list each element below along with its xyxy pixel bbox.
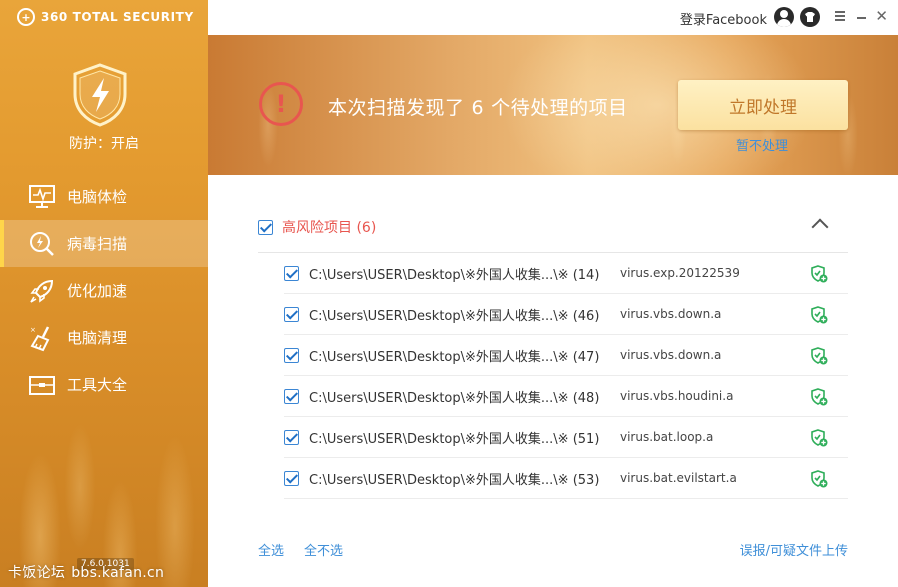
table-row: C:\Users\USER\Desktop\※外国人收集...\※ (51) v… (284, 417, 848, 458)
protection-shield-icon[interactable] (70, 62, 130, 128)
chevron-up-icon[interactable] (811, 218, 829, 236)
virus-name: virus.bat.evilstart.a (620, 471, 737, 485)
table-row: C:\Users\USER\Desktop\※外国人收集...\※ (53) v… (284, 458, 848, 499)
watermark-text: 卡饭论坛 (8, 565, 66, 581)
file-path: C:\Users\USER\Desktop\※外国人收集...\※ (46) (309, 308, 600, 324)
trust-shield-add-icon[interactable] (810, 347, 828, 365)
sidebar-item-label: 优化加速 (67, 282, 128, 300)
rocket-icon (27, 276, 57, 306)
report-false-positive-link[interactable]: 误报/可疑文件上传 (740, 540, 848, 559)
row-checkbox[interactable] (284, 306, 299, 322)
login-facebook-link[interactable]: 登录Facebook (680, 9, 767, 28)
sidebar-item-speedup[interactable]: 优化加速 (0, 267, 208, 314)
broom-icon: × (27, 323, 57, 353)
file-path: C:\Users\USER\Desktop\※外国人收集...\※ (47) (309, 349, 600, 365)
scan-magnifier-icon (27, 229, 57, 259)
virus-name: virus.exp.20122539 (620, 266, 740, 280)
watermark: 卡饭论坛 bbs.kafan.cn (8, 562, 164, 582)
file-path: C:\Users\USER\Desktop\※外国人收集...\※ (53) (309, 472, 600, 488)
results-panel: 高风险项目 (6) C:\Users\USER\Desktop\※外国人收集..… (208, 175, 898, 587)
watermark-url: bbs.kafan.cn (71, 565, 165, 581)
svg-text:×: × (30, 326, 36, 334)
table-row: C:\Users\USER\Desktop\※外国人收集...\※ (46) v… (284, 294, 848, 335)
virus-name: virus.vbs.down.a (620, 307, 722, 321)
row-checkbox[interactable] (284, 470, 299, 486)
menu-icon[interactable] (835, 11, 845, 21)
sidebar: + 360 TOTAL SECURITY 防护：开启 电脑体检 病毒扫描 优化加… (0, 0, 208, 587)
logo-text: 360 TOTAL SECURITY (41, 10, 194, 24)
trust-shield-add-icon[interactable] (810, 388, 828, 406)
table-row: C:\Users\USER\Desktop\※外国人收集...\※ (14) v… (284, 253, 848, 294)
select-none-link[interactable]: 全不选 (304, 540, 343, 559)
user-avatar-icon[interactable] (774, 7, 794, 27)
row-checkbox[interactable] (284, 429, 299, 445)
scan-result-banner: ! 本次扫描发现了 6 个待处理的项目 立即处理 暂不处理 (208, 35, 898, 175)
trust-shield-add-icon[interactable] (810, 470, 828, 488)
virus-name: virus.bat.loop.a (620, 430, 714, 444)
toolbox-icon (27, 370, 57, 400)
file-path: C:\Users\USER\Desktop\※外国人收集...\※ (48) (309, 390, 600, 406)
monitor-pulse-icon (27, 182, 57, 212)
table-row: C:\Users\USER\Desktop\※外国人收集...\※ (48) v… (284, 376, 848, 417)
table-row: C:\Users\USER\Desktop\※外国人收集...\※ (47) v… (284, 335, 848, 376)
high-risk-group-header[interactable]: 高风险项目 (6) (258, 202, 848, 253)
virus-name: virus.vbs.down.a (620, 348, 722, 362)
ignore-for-now-link[interactable]: 暂不处理 (736, 135, 788, 154)
app-logo: + 360 TOTAL SECURITY (17, 7, 194, 27)
sidebar-item-label: 工具大全 (67, 376, 128, 394)
scan-result-message: 本次扫描发现了 6 个待处理的项目 (328, 97, 628, 119)
row-checkbox[interactable] (284, 388, 299, 404)
close-icon[interactable]: ✕ (875, 9, 888, 24)
threat-count: 6 (471, 97, 485, 119)
minimize-icon[interactable] (857, 17, 866, 19)
sidebar-item-virus-scan[interactable]: 病毒扫描 (0, 220, 208, 267)
sidebar-item-label: 电脑清理 (67, 329, 128, 347)
sidebar-nav: 电脑体检 病毒扫描 优化加速 × 电脑清理 工具大全 (0, 173, 208, 408)
trust-shield-add-icon[interactable] (810, 306, 828, 324)
trust-shield-add-icon[interactable] (810, 429, 828, 447)
alert-exclamation-icon: ! (259, 82, 303, 126)
virus-name: virus.vbs.houdini.a (620, 389, 734, 403)
trust-shield-add-icon[interactable] (810, 265, 828, 283)
row-checkbox[interactable] (284, 347, 299, 363)
skin-shirt-icon[interactable] (800, 7, 820, 27)
fix-now-button[interactable]: 立即处理 (678, 80, 848, 130)
group-title: 高风险项目 (6) (282, 220, 377, 236)
sidebar-item-toolbox[interactable]: 工具大全 (0, 361, 208, 408)
file-path: C:\Users\USER\Desktop\※外国人收集...\※ (51) (309, 431, 600, 447)
file-path: C:\Users\USER\Desktop\※外国人收集...\※ (14) (309, 267, 600, 283)
protection-status: 防护：开启 (69, 136, 139, 152)
sidebar-item-cleanup[interactable]: × 电脑清理 (0, 314, 208, 361)
sidebar-item-checkup[interactable]: 电脑体检 (0, 173, 208, 220)
logo-plus-icon: + (17, 8, 35, 26)
group-checkbox[interactable] (258, 219, 273, 235)
title-bar: 登录Facebook ✕ (208, 0, 898, 35)
select-all-link[interactable]: 全选 (258, 540, 284, 559)
sidebar-item-label: 病毒扫描 (67, 235, 128, 253)
row-checkbox[interactable] (284, 265, 299, 281)
sidebar-item-label: 电脑体检 (67, 188, 128, 206)
threat-list: C:\Users\USER\Desktop\※外国人收集...\※ (14) v… (284, 253, 848, 499)
